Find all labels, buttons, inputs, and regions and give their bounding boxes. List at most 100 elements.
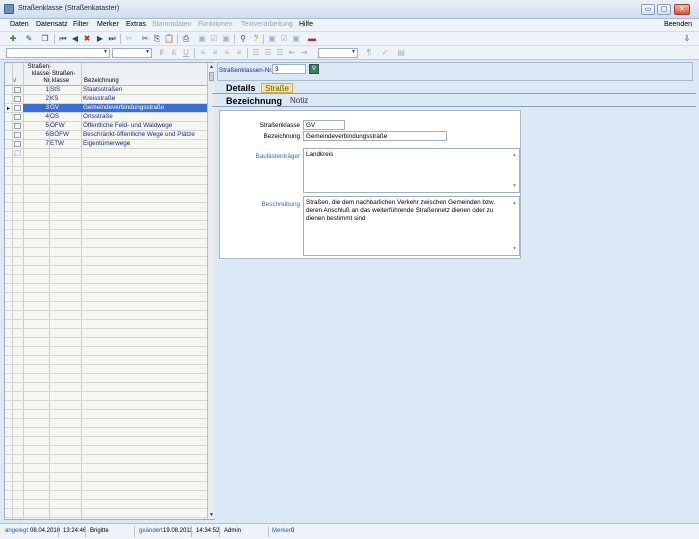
empty-row[interactable] — [5, 419, 207, 428]
bold-icon[interactable]: F — [157, 48, 167, 58]
last-record-icon[interactable]: ⏭ — [107, 34, 117, 44]
indent-icon[interactable]: ⇥ — [299, 48, 309, 58]
next-record-icon[interactable]: ▶ — [95, 34, 105, 44]
memo2-scroll-down-icon[interactable]: ▼ — [512, 245, 517, 253]
empty-row[interactable] — [5, 491, 207, 500]
memo-scroll-up-icon[interactable]: ▲ — [512, 151, 517, 159]
table-row[interactable]: 7 ETW Eigentümerwege — [5, 140, 207, 149]
row-checkbox[interactable] — [14, 87, 21, 93]
menu-merker[interactable]: Merker — [97, 21, 119, 28]
row-checkbox[interactable] — [14, 114, 21, 120]
empty-row[interactable] — [5, 275, 207, 284]
table-row[interactable]: 1 StS Staatsstraßen — [5, 86, 207, 95]
row-checkbox[interactable] — [14, 150, 21, 156]
empty-row[interactable] — [5, 239, 207, 248]
empty-row[interactable] — [5, 329, 207, 338]
table-row[interactable]: 2 KS Kreisstraße — [5, 95, 207, 104]
empty-row[interactable] — [5, 284, 207, 293]
edit-record-icon[interactable]: ✎ — [24, 34, 34, 44]
binoculars-search-icon[interactable]: ⚲ — [309, 64, 319, 74]
filter-one-icon[interactable]: ▣ — [221, 34, 231, 44]
help-icon[interactable]: ? — [251, 34, 261, 44]
row-checkbox[interactable] — [14, 96, 21, 102]
menu-extras[interactable]: Extras — [126, 21, 146, 28]
empty-row[interactable] — [5, 509, 207, 518]
empty-row[interactable] — [5, 194, 207, 203]
empty-row[interactable] — [5, 230, 207, 239]
first-record-icon[interactable]: ⏮ — [58, 34, 68, 44]
close-button[interactable]: ✕ — [674, 4, 690, 15]
row-checkbox[interactable] — [14, 123, 21, 129]
align-left-icon[interactable]: ≡ — [198, 48, 208, 58]
font-size-combo[interactable]: ▼ — [112, 48, 152, 58]
align-right-icon[interactable]: ≡ — [222, 48, 232, 58]
maximize-button[interactable]: ▢ — [657, 4, 671, 15]
print-icon[interactable]: ⎙ — [181, 34, 191, 44]
row-checkbox[interactable] — [14, 132, 21, 138]
empty-row[interactable] — [5, 203, 207, 212]
numbered-list-icon[interactable]: ☰ — [263, 48, 273, 58]
empty-row[interactable] — [5, 464, 207, 473]
header-bezeichnung[interactable]: Bezeichnung — [84, 78, 119, 85]
empty-row[interactable] — [5, 212, 207, 221]
page-settings-icon[interactable]: ▤ — [396, 48, 406, 58]
table-row[interactable]: 5 ÖFW Öffentliche Feld- und Waldwege — [5, 122, 207, 131]
prev-record-icon[interactable]: ◀ — [70, 34, 80, 44]
empty-row[interactable] — [5, 365, 207, 374]
menu-stammdaten[interactable]: Stammdaten — [152, 21, 192, 28]
table-row[interactable]: ▸ 3 GV Gemeindeverbindungsstraße — [5, 104, 207, 113]
copy-record-icon[interactable]: ❐ — [40, 34, 50, 44]
pilcrow-icon[interactable]: ¶ — [364, 48, 374, 58]
empty-row[interactable] — [5, 185, 207, 194]
tab-notiz[interactable]: Notiz — [290, 96, 308, 105]
empty-row[interactable] — [5, 149, 207, 158]
paste-icon[interactable]: 📋 — [164, 34, 174, 44]
menu-beenden[interactable]: Beenden — [664, 21, 692, 28]
empty-row[interactable] — [5, 383, 207, 392]
outdent-icon[interactable]: ⇤ — [287, 48, 297, 58]
italic-icon[interactable]: K — [169, 48, 179, 58]
delete-record-icon[interactable]: ✖ — [82, 34, 92, 44]
align-center-icon[interactable]: ≡ — [210, 48, 220, 58]
empty-row[interactable] — [5, 338, 207, 347]
mark-a-icon[interactable]: ▣ — [291, 34, 301, 44]
menu-datensatz[interactable]: Datensatz — [36, 21, 68, 28]
table-row[interactable]: 6 BÖFW Beschränkt-öffentliche Wege und Plä… — [5, 131, 207, 140]
menu-funktionen[interactable]: Funktionen — [198, 21, 233, 28]
header-klasse[interactable]: Straßen- klasse — [52, 71, 75, 85]
style-combo[interactable]: ▼ — [318, 48, 358, 58]
empty-row[interactable] — [5, 437, 207, 446]
mark-check-icon[interactable]: ☑ — [279, 34, 289, 44]
empty-row[interactable] — [5, 158, 207, 167]
tab-details[interactable]: Details — [226, 83, 256, 93]
empty-row[interactable] — [5, 347, 207, 356]
empty-row[interactable] — [5, 293, 207, 302]
copy-icon[interactable]: ⎘ — [152, 34, 162, 44]
empty-row[interactable] — [5, 428, 207, 437]
row-checkbox[interactable] — [14, 141, 21, 147]
tab-strasse[interactable]: Straße — [261, 83, 294, 93]
beschreibung-memo[interactable]: Straßen, die dem nachbarlichen Verkehr z… — [303, 196, 520, 256]
exit-door-icon[interactable]: ⇩ — [682, 34, 692, 44]
empty-row[interactable] — [5, 356, 207, 365]
memo2-scroll-up-icon[interactable]: ▲ — [512, 199, 517, 207]
scroll-up-icon[interactable]: ▲ — [209, 64, 214, 70]
scroll-thumb[interactable] — [209, 72, 214, 81]
new-record-icon[interactable]: ✚ — [8, 34, 18, 44]
table-row[interactable]: 4 OS Ortsstraße — [5, 113, 207, 122]
empty-row[interactable] — [5, 266, 207, 275]
empty-row[interactable] — [5, 392, 207, 401]
empty-row[interactable] — [5, 473, 207, 482]
bezeichnung-field[interactable]: Gemeindeverbindungsstraße — [303, 131, 447, 141]
eraser-icon[interactable]: ▬ — [307, 34, 317, 44]
empty-row[interactable] — [5, 446, 207, 455]
empty-row[interactable] — [5, 401, 207, 410]
empty-row[interactable] — [5, 374, 207, 383]
empty-row[interactable] — [5, 482, 207, 491]
empty-row[interactable] — [5, 410, 207, 419]
empty-row[interactable] — [5, 320, 207, 329]
empty-row[interactable] — [5, 257, 207, 266]
justify-icon[interactable]: ≡ — [234, 48, 244, 58]
tab-bezeichnung[interactable]: Bezeichnung — [226, 96, 282, 106]
empty-row[interactable] — [5, 500, 207, 509]
